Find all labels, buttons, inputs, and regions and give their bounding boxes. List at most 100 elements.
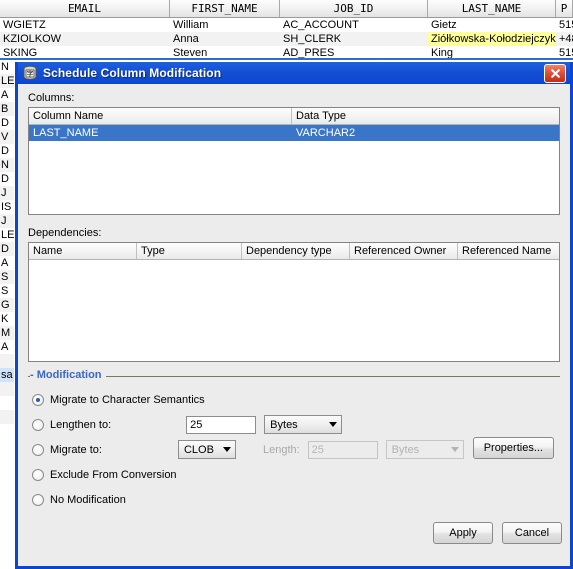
option-row-migrate-to[interactable]: Migrate to: CLOB Length: 25 Bytes Proper… [32, 437, 556, 462]
label-no-modification: No Modification [50, 493, 126, 506]
cancel-button[interactable]: Cancel [502, 522, 562, 544]
cell-last-name-highlighted: Ziółkowska-Kołodziejczyk [428, 32, 556, 46]
dependencies-label: Dependencies: [28, 227, 102, 239]
option-row-migrate-character-semantics[interactable]: Migrate to Character Semantics [32, 387, 556, 412]
dialog-titlebar[interactable]: 字 Schedule Column Modification [18, 62, 570, 84]
obscured-row-sliver: LE [1, 229, 14, 241]
header-referenced-name[interactable]: Referenced Name [458, 243, 559, 259]
obscured-row-sliver: D [1, 173, 9, 185]
cell-phone: +48. [559, 33, 573, 45]
label-exclude-from-conversion: Exclude From Conversion [50, 468, 177, 481]
dependencies-table-header: Name Type Dependency type Referenced Own… [29, 243, 559, 260]
radio-migrate-character-semantics[interactable] [32, 393, 44, 406]
grid-column-header-job-id[interactable]: JOB_ID [280, 0, 428, 17]
obscured-row-sliver: V [0, 130, 14, 144]
cell-data-type: VARCHAR2 [296, 127, 356, 139]
cell-column-name: LAST_NAME [33, 127, 99, 139]
option-row-exclude-from-conversion[interactable]: Exclude From Conversion [32, 462, 556, 487]
dialog-body: Columns: Column Name Data Type LAST_NAME… [18, 84, 570, 566]
header-type[interactable]: Type [137, 243, 242, 259]
grid-column-header-first-name[interactable]: FIRST_NAME [170, 0, 280, 17]
obscured-row-sliver: A [1, 341, 9, 353]
grid-header-row: EMAIL FIRST_NAME JOB_ID LAST_NAME P [0, 0, 573, 18]
columns-label: Columns: [28, 92, 75, 104]
cell-job-id: SH_CLERK [283, 33, 342, 45]
obscured-row-sliver: D [1, 145, 9, 157]
header-column-name[interactable]: Column Name [29, 108, 292, 124]
obscured-row-sliver: A [1, 89, 9, 101]
obscured-row-sliver: IS [1, 201, 12, 213]
cell-phone: 515. [559, 19, 573, 31]
length-unit-value: Bytes [391, 443, 420, 456]
cell-first-name: Anna [173, 33, 199, 45]
option-row-no-modification[interactable]: No Modification [32, 487, 556, 512]
lengthen-value-input[interactable]: 25 [186, 415, 257, 434]
columns-table-header: Column Name Data Type [29, 108, 559, 125]
radio-migrate-to[interactable] [32, 443, 44, 456]
obscured-row-sliver: sa [0, 368, 14, 382]
radio-exclude-from-conversion[interactable] [32, 468, 44, 481]
group-title-dash: - [30, 369, 37, 381]
obscured-row-sliver [0, 396, 14, 410]
table-row[interactable]: LAST_NAME VARCHAR2 [29, 125, 559, 141]
cell-email: WGIETZ [3, 19, 46, 31]
table-row[interactable]: WGIETZ William AC_ACCOUNT Gietz 515. [0, 18, 573, 32]
obscured-row-sliver: D [0, 242, 14, 256]
length-label: Length: [262, 443, 300, 456]
obscured-row-sliver: S [1, 285, 9, 297]
database-column-icon: 字 [22, 65, 38, 81]
length-value-input[interactable]: 25 [307, 440, 378, 459]
cell-job-id: AC_ACCOUNT [283, 19, 359, 31]
header-dependency-type[interactable]: Dependency type [242, 243, 350, 259]
obscured-row-sliver [0, 410, 14, 424]
grid-column-header-last-name[interactable]: LAST_NAME [428, 0, 556, 17]
cell-first-name: William [173, 19, 209, 31]
obscured-row-sliver: G [0, 298, 14, 312]
obscured-row-sliver [0, 382, 14, 396]
lengthen-unit-value: Bytes [270, 418, 298, 431]
header-referenced-owner[interactable]: Referenced Owner [350, 243, 458, 259]
dialog-title: Schedule Column Modification [43, 66, 222, 80]
header-name[interactable]: Name [29, 243, 137, 259]
close-icon[interactable] [544, 63, 566, 83]
chevron-down-icon [222, 447, 231, 452]
modification-groupbox: - Modification Migrate to Character Sema… [28, 369, 560, 512]
table-row[interactable]: KZIOLKOW Anna SH_CLERK Ziółkowska-Kołodz… [0, 32, 573, 46]
grid-column-header-email[interactable]: EMAIL [0, 0, 170, 17]
svg-text:字: 字 [27, 69, 34, 78]
obscured-row-sliver [0, 424, 14, 438]
migrate-type-select[interactable]: CLOB [177, 440, 236, 459]
grid-column-header-phone[interactable]: P [556, 0, 573, 17]
obscured-row-sliver: S [0, 270, 14, 284]
obscured-row-sliver: A [1, 257, 9, 269]
dependencies-table[interactable]: Name Type Dependency type Referenced Own… [28, 242, 560, 362]
obscured-row-sliver: J [0, 214, 14, 228]
lengthen-unit-select[interactable]: Bytes [264, 415, 343, 434]
chevron-down-icon [329, 422, 338, 427]
radio-lengthen-to[interactable] [32, 418, 44, 431]
obscured-row-sliver: LE [0, 74, 14, 88]
obscured-row-sliver: N [0, 158, 14, 172]
obscured-row-sliver: B [0, 102, 14, 116]
label-migrate-to: Migrate to: [50, 443, 102, 456]
columns-table[interactable]: Column Name Data Type LAST_NAME VARCHAR2 [28, 107, 560, 215]
obscured-row-sliver: K [1, 313, 9, 325]
obscured-row-sliver: D [1, 117, 9, 129]
group-title-text: Modification [36, 369, 102, 381]
label-lengthen-to: Lengthen to: [50, 418, 112, 431]
modification-group-title: - Modification [30, 369, 106, 381]
obscured-row-sliver: M [0, 326, 14, 340]
obscured-row-sliver: N [1, 61, 9, 73]
obscured-row-sliver: J [0, 186, 14, 200]
schedule-column-modification-dialog: 字 Schedule Column Modification Columns: … [15, 62, 573, 569]
header-data-type[interactable]: Data Type [292, 108, 559, 124]
radio-no-modification[interactable] [32, 493, 44, 506]
apply-button[interactable]: Apply [433, 522, 493, 544]
obscured-row-sliver [0, 354, 14, 368]
length-unit-select[interactable]: Bytes [385, 440, 464, 459]
cell-email: KZIOLKOW [3, 33, 62, 45]
properties-button[interactable]: Properties... [472, 437, 554, 459]
option-row-lengthen-to[interactable]: Lengthen to: 25 Bytes [32, 412, 556, 437]
grid-rows: WGIETZ William AC_ACCOUNT Gietz 515. KZI… [0, 18, 573, 60]
dialog-footer: Apply Cancel [433, 522, 562, 544]
